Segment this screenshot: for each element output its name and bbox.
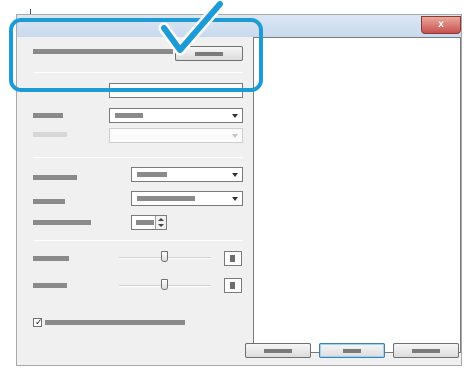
slider-label-2 [33,283,67,288]
footer-button-1[interactable] [245,343,311,358]
spin-down-icon[interactable] [158,224,164,227]
close-button[interactable]: x [421,16,461,34]
slider-thumb-2[interactable] [161,279,168,290]
chevron-down-icon [232,197,238,201]
checkmark-icon [158,0,226,56]
dropdown-4[interactable] [131,191,243,206]
dropdown-2[interactable] [109,128,243,143]
slider-label-1 [33,256,69,261]
preview-pane [253,37,461,353]
spinner-buttons[interactable] [155,216,166,229]
button-caption [264,349,292,353]
field-label-3 [33,175,77,180]
number-spinner[interactable] [131,215,167,230]
dropdown-3-value [137,172,167,177]
chevron-down-icon [232,134,238,138]
chevron-down-icon [232,114,238,118]
button-caption [343,349,361,353]
button-caption [412,349,440,353]
check-icon: ✓ [35,317,43,327]
slider-value-box-1[interactable] [224,251,242,266]
option-checkbox[interactable]: ✓ [33,317,43,327]
dropdown-4-value [137,196,195,201]
field-label-5 [33,220,91,225]
slider-value-2 [230,282,235,289]
separator [33,240,243,241]
footer-button-3[interactable] [393,343,459,358]
checkbox-label [45,320,185,325]
slider-thumb-1[interactable] [161,251,168,262]
separator [33,157,243,158]
dropdown-3[interactable] [131,167,243,182]
field-label-1 [33,113,63,118]
close-icon: x [438,19,444,30]
dropdown-1-value [115,113,143,118]
slider-value-1 [230,255,235,262]
spinner-value [136,220,154,225]
field-label-4 [33,199,65,204]
field-label-2 [33,132,67,137]
slider-value-box-2[interactable] [224,278,242,293]
chevron-down-icon [232,173,238,177]
spin-up-icon[interactable] [158,218,164,221]
dropdown-1[interactable] [109,108,243,123]
footer-button-2[interactable] [319,343,385,358]
